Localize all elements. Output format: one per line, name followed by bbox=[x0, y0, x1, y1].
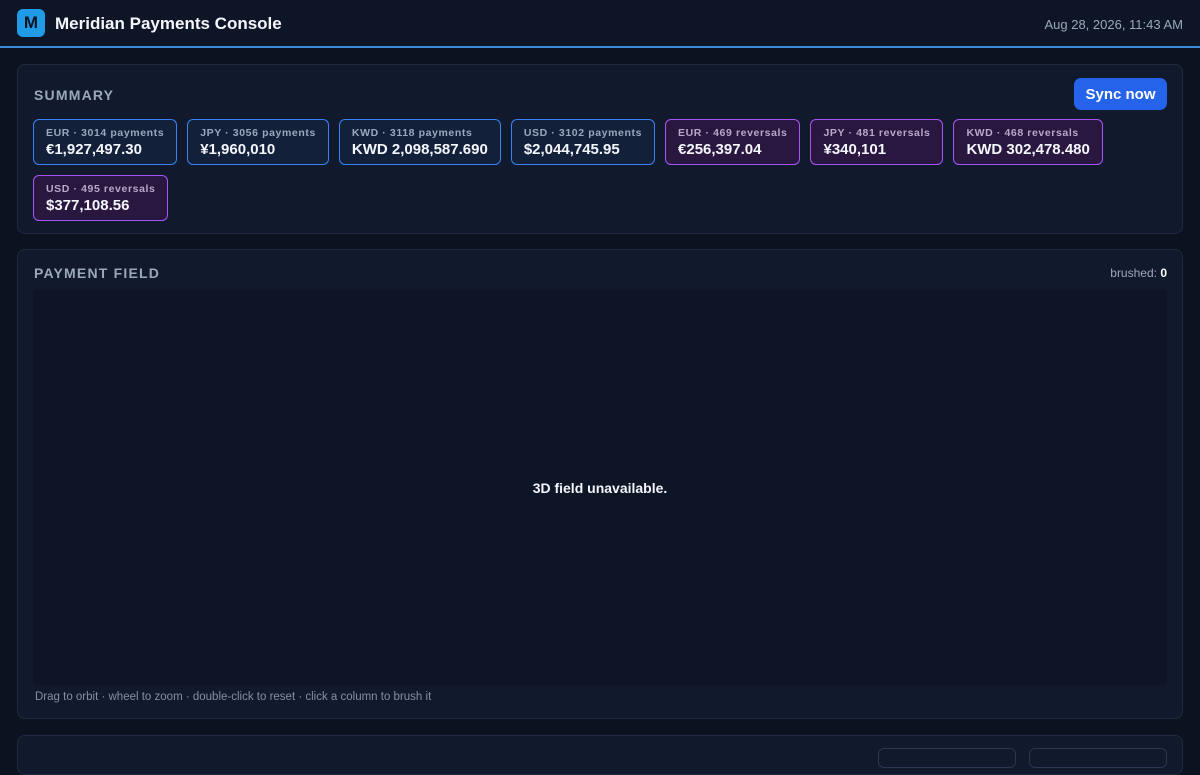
tile-value: KWD 2,098,587.690 bbox=[351, 141, 488, 158]
panel-control[interactable] bbox=[1029, 748, 1167, 768]
next-panel bbox=[17, 735, 1183, 775]
summary-title: SUMMARY bbox=[34, 87, 115, 103]
timestamp: Aug 28, 2026, 11:43 AM bbox=[1044, 17, 1183, 32]
tile-label: USD · 3102 payments bbox=[523, 127, 643, 139]
field-interaction-hint: Drag to orbit · wheel to zoom · double-c… bbox=[35, 691, 432, 703]
summary-tile-eur-payments: EUR · 3014 payments €1,927,497.30 bbox=[33, 119, 178, 165]
summary-tile-jpy-payments: JPY · 3056 payments ¥1,960,010 bbox=[187, 119, 329, 165]
tile-label: JPY · 3056 payments bbox=[200, 127, 316, 139]
app-title: Meridian Payments Console bbox=[55, 14, 282, 33]
panel-control[interactable] bbox=[878, 748, 1016, 768]
top-bar: M Meridian Payments Console Aug 28, 2026… bbox=[0, 0, 1200, 48]
sync-now-button[interactable]: Sync now bbox=[1074, 78, 1167, 110]
field-canvas[interactable]: 3D field unavailable. bbox=[33, 290, 1167, 685]
tile-label: EUR · 3014 payments bbox=[46, 127, 165, 139]
tile-value: $377,108.56 bbox=[46, 197, 130, 214]
summary-panel: SUMMARY Sync now EUR · 3014 payments €1,… bbox=[17, 64, 1183, 234]
tile-label: JPY · 481 reversals bbox=[823, 127, 931, 139]
tile-value: ¥1,960,010 bbox=[200, 141, 276, 158]
tile-label: USD · 495 reversals bbox=[46, 183, 156, 195]
summary-tile-jpy-reversals: JPY · 481 reversals ¥340,101 bbox=[810, 119, 944, 165]
summary-tile-kwd-reversals: KWD · 468 reversals KWD 302,478.480 bbox=[953, 119, 1103, 165]
field-unavailable-message: 3D field unavailable. bbox=[532, 479, 668, 496]
tile-value: ¥340,101 bbox=[823, 141, 887, 158]
brushed-count: 0 bbox=[1160, 266, 1167, 280]
summary-tile-usd-reversals: USD · 495 reversals $377,108.56 bbox=[33, 175, 169, 221]
app-logo: M bbox=[17, 9, 45, 37]
tile-value: €1,927,497.30 bbox=[46, 141, 142, 158]
tile-value: €256,397.04 bbox=[678, 141, 762, 158]
brushed-counter: brushed: 0 bbox=[1110, 266, 1167, 280]
tile-label: EUR · 469 reversals bbox=[678, 127, 788, 139]
tile-label: KWD · 3118 payments bbox=[351, 127, 473, 139]
brushed-label: brushed: bbox=[1110, 266, 1157, 280]
summary-tiles: EUR · 3014 payments €1,927,497.30 JPY · … bbox=[33, 119, 1153, 221]
summary-tile-kwd-payments: KWD · 3118 payments KWD 2,098,587.690 bbox=[338, 119, 501, 165]
payment-field-panel: PAYMENT FIELD brushed: 0 3D field unavai… bbox=[17, 249, 1183, 719]
payment-field-title: PAYMENT FIELD bbox=[34, 265, 161, 281]
summary-tile-eur-reversals: EUR · 469 reversals €256,397.04 bbox=[665, 119, 801, 165]
tile-value: $2,044,745.95 bbox=[523, 141, 620, 158]
tile-value: KWD 302,478.480 bbox=[966, 141, 1090, 158]
tile-label: KWD · 468 reversals bbox=[966, 127, 1079, 139]
summary-tile-usd-payments: USD · 3102 payments $2,044,745.95 bbox=[510, 119, 656, 165]
